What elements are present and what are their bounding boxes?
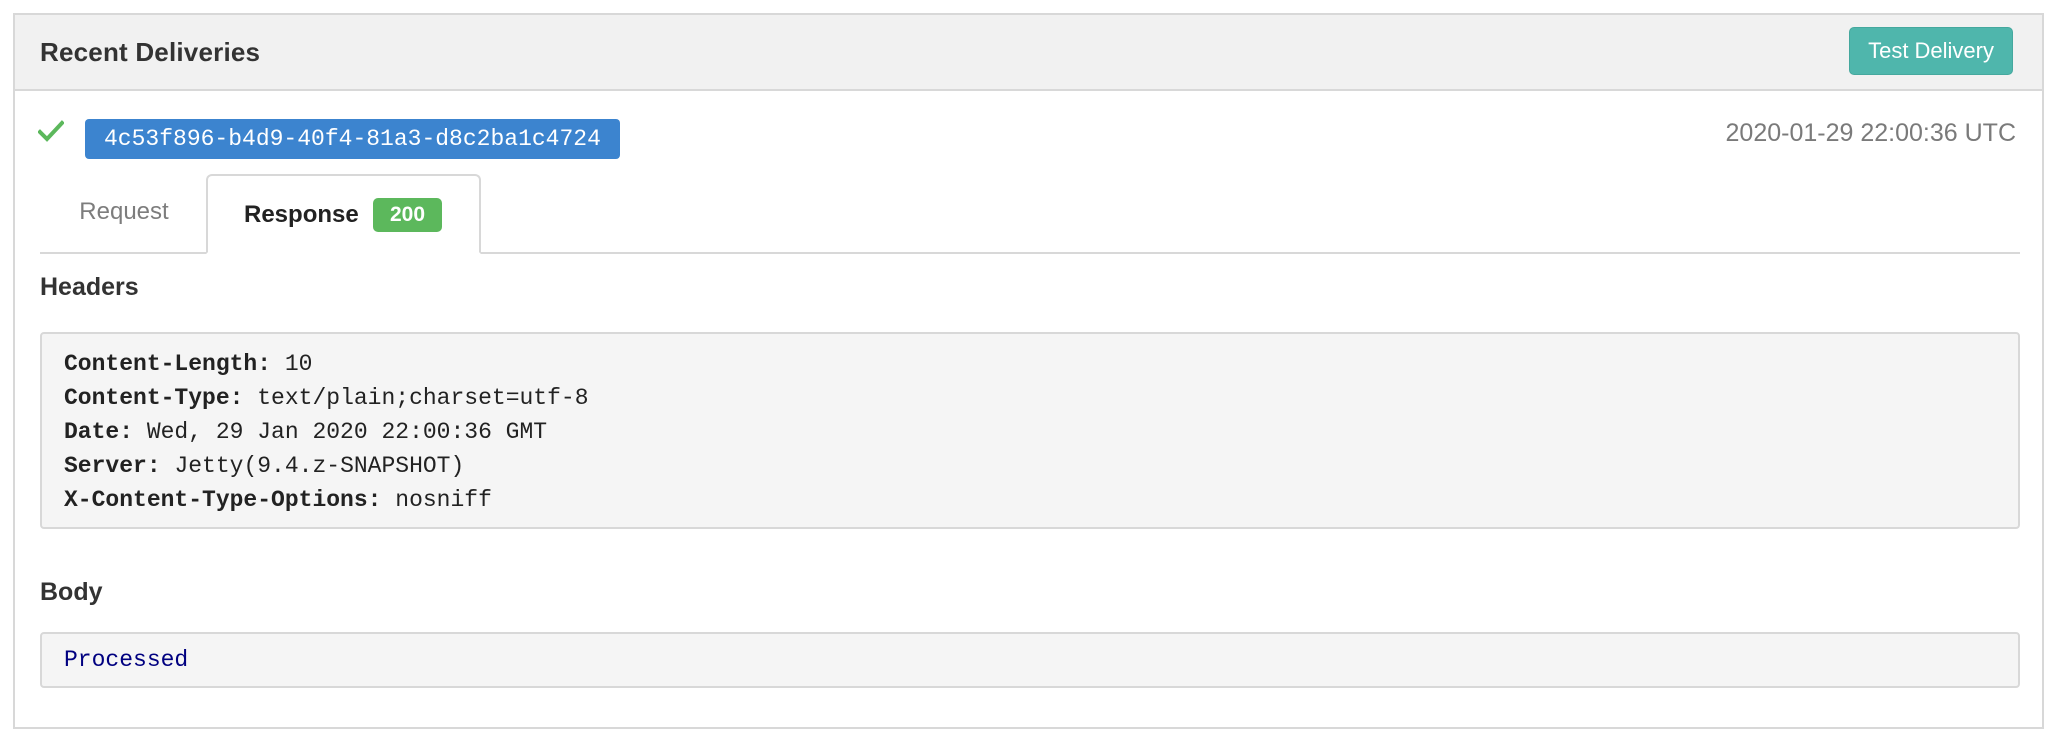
- header-value: Jetty(9.4.z-SNAPSHOT): [174, 453, 465, 479]
- recent-deliveries-panel: Recent Deliveries Test Delivery 4c53f896…: [13, 13, 2044, 729]
- header-value: text/plain;charset=utf-8: [257, 385, 589, 411]
- header-value: 10: [284, 351, 313, 377]
- header-key: Server:: [64, 453, 161, 479]
- body-heading: Body: [40, 578, 103, 606]
- check-icon: [38, 120, 64, 142]
- headers-code-block: Content-Length: 10 Content-Type: text/pla…: [40, 332, 2020, 529]
- header-line: Content-Type: text/plain;charset=utf-8: [64, 381, 1996, 415]
- delivery-timestamp: 2020-01-29 22:00:36 UTC: [1725, 119, 2016, 147]
- test-delivery-button[interactable]: Test Delivery: [1849, 27, 2013, 75]
- header-line: Content-Length: 10: [64, 347, 1996, 381]
- headers-heading: Headers: [40, 273, 139, 301]
- tab-request[interactable]: Request: [40, 174, 206, 254]
- header-line: Server: Jetty(9.4.z-SNAPSHOT): [64, 449, 1996, 483]
- header-key: X-Content-Type-Options:: [64, 487, 382, 513]
- body-code-block: Processed: [40, 632, 2020, 688]
- header-key: Content-Length:: [64, 351, 272, 377]
- delivery-id-badge[interactable]: 4c53f896-b4d9-40f4-81a3-d8c2ba1c4724: [85, 119, 620, 159]
- panel-title: Recent Deliveries: [40, 37, 261, 67]
- status-code-badge: 200: [373, 198, 443, 232]
- delivery-tabs: Request Response 200: [40, 174, 2020, 254]
- panel-header: Recent Deliveries Test Delivery: [15, 15, 2042, 91]
- tab-response-label: Response: [244, 201, 359, 228]
- header-line: X-Content-Type-Options: nosniff: [64, 483, 1996, 517]
- header-key: Content-Type:: [64, 385, 244, 411]
- header-line: Date: Wed, 29 Jan 2020 22:00:36 GMT: [64, 415, 1996, 449]
- header-key: Date:: [64, 419, 134, 445]
- header-value: Wed, 29 Jan 2020 22:00:36 GMT: [146, 419, 548, 445]
- header-value: nosniff: [395, 487, 492, 513]
- tab-response[interactable]: Response 200: [206, 174, 481, 254]
- delivery-row: 4c53f896-b4d9-40f4-81a3-d8c2ba1c4724 202…: [15, 91, 2042, 171]
